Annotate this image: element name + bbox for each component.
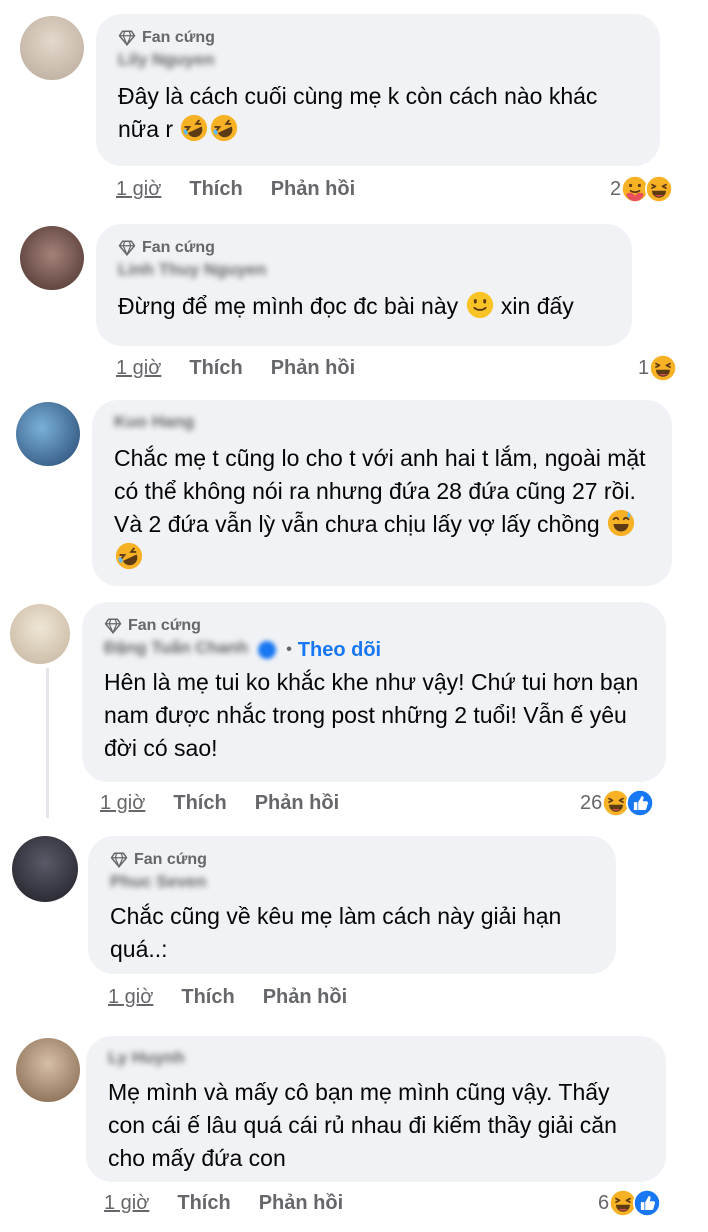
follow-button[interactable]: Theo dõi (298, 639, 381, 662)
diamond-icon (118, 239, 136, 257)
comment-bubble: Fan cứng Phuc Seven Chắc cũng về kêu mẹ … (88, 836, 616, 974)
diamond-icon (104, 617, 122, 635)
comment-text: Đây là cách cuối cùng mẹ k còn cách nào … (118, 80, 638, 146)
comment-actions: 1 giờ Thích Phản hồi (116, 174, 355, 204)
comment-text: Chắc cũng về kêu mẹ làm cách này giải hạ… (110, 903, 562, 962)
comment-bubble: Fan cứng Linh Thuy Nguyen Đừng để mẹ mìn… (96, 224, 632, 346)
fan-badge: Fan cứng (118, 238, 610, 258)
avatar[interactable] (10, 604, 70, 664)
like-button[interactable]: Thích (177, 1192, 230, 1215)
timestamp-link[interactable]: 1 giờ (116, 178, 161, 201)
verified-badge-icon (258, 641, 277, 659)
reaction-summary[interactable]: 2 (610, 174, 673, 204)
reply-button[interactable]: Phản hồi (263, 986, 347, 1009)
avatar[interactable] (16, 1038, 80, 1102)
comment-text: Hên là mẹ tui ko khắc khe như vậy! Chứ t… (104, 669, 639, 761)
comment-bubble: Kuo Hang Chắc mẹ t cũng lo cho t với anh… (92, 400, 672, 586)
like-button[interactable]: Thích (189, 357, 242, 380)
comment-actions: 1 giờ Thích Phản hồi (104, 1188, 343, 1218)
like-reaction-icon (626, 789, 654, 817)
rofl-emoji (209, 113, 239, 143)
comment-actions: 1 giờ Thích Phản hồi (108, 982, 347, 1012)
comment-actions: 1 giờ Thích Phản hồi (116, 353, 355, 383)
comment-text: Mẹ mình và mấy cô bạn mẹ mình cũng vậy. … (108, 1079, 617, 1171)
sweat-smile-emoji (606, 508, 636, 538)
reaction-count: 2 (610, 177, 622, 200)
timestamp-link[interactable]: 1 giờ (104, 1192, 149, 1215)
reaction-summary[interactable]: 6 (598, 1188, 661, 1218)
reaction-count: 6 (598, 1191, 610, 1214)
reply-button[interactable]: Phản hồi (271, 357, 355, 380)
comment-bubble: Ly Huynh Mẹ mình và mấy cô bạn mẹ mình c… (86, 1036, 666, 1182)
reply-button[interactable]: Phản hồi (255, 792, 339, 815)
reaction-count: 26 (580, 791, 603, 814)
comment-text: Đừng để mẹ mình đọc đc bài này xin đấy (118, 290, 610, 323)
avatar[interactable] (20, 226, 84, 290)
reaction-summary[interactable]: 1 (638, 353, 677, 383)
avatar[interactable] (16, 402, 80, 466)
reply-button[interactable]: Phản hồi (271, 178, 355, 201)
reaction-summary[interactable]: 26 (580, 788, 654, 818)
like-button[interactable]: Thích (181, 986, 234, 1009)
comment-text: Chắc mẹ t cũng lo cho t với anh hai t lắ… (114, 442, 650, 574)
timestamp-link[interactable]: 1 giờ (108, 986, 153, 1009)
comment-actions: 1 giờ Thích Phản hồi (100, 788, 339, 818)
comment-bubble: Fan cứng Đặng Tuấn Chanh • Theo dõi Hên … (82, 602, 666, 782)
timestamp-link[interactable]: 1 giờ (116, 357, 161, 380)
commenter-name[interactable]: Linh Thuy Nguyen (118, 260, 610, 284)
like-reaction-icon (633, 1189, 661, 1217)
slight-smile-emoji (465, 290, 495, 320)
comment-bubble: Fan cứng Lily Nguyen Đây là cách cuối cù… (96, 14, 660, 166)
diamond-icon (118, 29, 136, 47)
like-button[interactable]: Thích (189, 178, 242, 201)
reply-button[interactable]: Phản hồi (259, 1192, 343, 1215)
fan-badge: Fan cứng (104, 616, 644, 636)
rofl-emoji (114, 541, 144, 571)
commenter-name[interactable]: Phuc Seven (110, 872, 594, 896)
commenter-name[interactable]: Kuo Hang (114, 412, 650, 436)
timestamp-link[interactable]: 1 giờ (100, 792, 145, 815)
commenter-name[interactable]: Ly Huynh (108, 1048, 644, 1072)
diamond-icon (110, 851, 128, 869)
avatar[interactable] (12, 836, 78, 902)
commenter-name[interactable]: Lily Nguyen (118, 50, 638, 74)
avatar[interactable] (20, 16, 84, 80)
fan-badge: Fan cứng (118, 28, 638, 48)
haha-reaction-icon (649, 354, 677, 382)
like-button[interactable]: Thích (173, 792, 226, 815)
commenter-name[interactable]: Đặng Tuấn Chanh (104, 638, 248, 662)
thread-connector (46, 668, 49, 818)
rofl-emoji (179, 113, 209, 143)
haha-reaction-icon (645, 175, 673, 203)
fan-badge: Fan cứng (110, 850, 594, 870)
reaction-count: 1 (638, 356, 650, 379)
